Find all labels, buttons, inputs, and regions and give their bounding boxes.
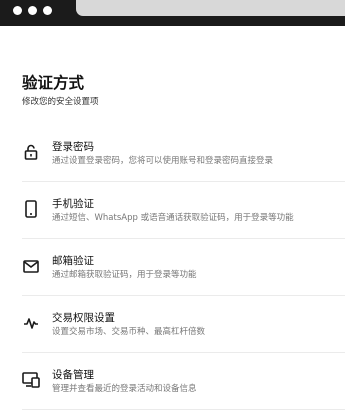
- setting-item-description: 通过短信、WhatsApp 或语音通话获取验证码，用于登录等功能: [52, 213, 294, 223]
- setting-item-email-verification[interactable]: 邮箱验证 通过邮箱获取验证码，用于登录等功能: [22, 239, 345, 296]
- setting-item-label: 交易权限设置: [52, 312, 115, 324]
- setting-item-description: 设置交易市场、交易币种、最高杠杆倍数: [52, 327, 206, 337]
- setting-item-label: 邮箱验证: [52, 255, 94, 267]
- address-bar[interactable]: [76, 0, 345, 16]
- setting-item-label: 登录密码: [52, 141, 94, 153]
- setting-item-description: 管理并查看最近的登录活动和设备信息: [52, 384, 197, 394]
- window-dot-close[interactable]: [13, 6, 22, 15]
- setting-item-description: 通过邮箱获取验证码，用于登录等功能: [52, 270, 197, 280]
- browser-top-bar: [0, 0, 345, 26]
- devices-icon: [22, 371, 40, 389]
- lock-icon: [22, 143, 40, 161]
- mail-icon: [22, 257, 40, 275]
- setting-item-phone-verification[interactable]: 手机验证 通过短信、WhatsApp 或语音通话获取验证码，用于登录等功能: [22, 182, 345, 239]
- setting-item-trading-permissions[interactable]: 交易权限设置 设置交易市场、交易币种、最高杠杆倍数: [22, 296, 345, 353]
- setting-item-device-management[interactable]: 设备管理 管理并查看最近的登录活动和设备信息: [22, 353, 345, 410]
- setting-item-label: 手机验证: [52, 198, 94, 210]
- page-title: 验证方式: [22, 74, 85, 92]
- setting-item-login-password[interactable]: 登录密码 通过设置登录密码，您将可以使用账号和登录密码直接登录: [22, 125, 345, 182]
- page-subtitle: 修改您的安全设置项: [22, 97, 99, 107]
- window-dot-minimize[interactable]: [28, 6, 37, 15]
- setting-item-label: 设备管理: [52, 369, 94, 381]
- phone-icon: [22, 200, 40, 218]
- window-dot-maximize[interactable]: [43, 6, 52, 15]
- activity-icon: [22, 314, 40, 332]
- setting-item-description: 通过设置登录密码，您将可以使用账号和登录密码直接登录: [52, 156, 274, 166]
- window-controls: [13, 6, 52, 15]
